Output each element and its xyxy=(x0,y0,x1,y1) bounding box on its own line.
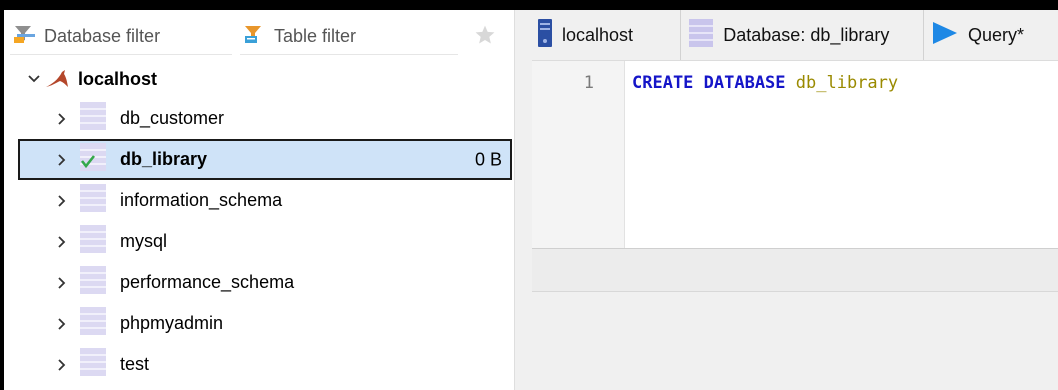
tree-item-label: db_customer xyxy=(120,108,225,128)
server-icon xyxy=(538,18,562,52)
database-size: 0 B xyxy=(474,149,502,169)
tree-item-database[interactable]: phpmyadmin xyxy=(4,303,514,344)
database-icon xyxy=(689,18,723,52)
filter-icon xyxy=(240,24,274,49)
chevron-right-icon[interactable] xyxy=(52,273,72,293)
database-icon xyxy=(80,266,106,299)
editor-results-splitter[interactable] xyxy=(532,248,1058,292)
table-filter-field[interactable] xyxy=(240,18,458,55)
tab-label: localhost xyxy=(562,24,634,45)
tree-root-localhost[interactable]: localhost xyxy=(4,60,514,98)
database-icon xyxy=(80,225,106,258)
tab-label: Query* xyxy=(967,24,1024,45)
chevron-right-icon[interactable] xyxy=(52,191,72,211)
tree-root-label: localhost xyxy=(78,68,158,89)
tree-item-label: performance_schema xyxy=(120,272,295,292)
tree-item-label: phpmyadmin xyxy=(120,313,224,333)
sql-code-line[interactable]: CREATE DATABASE db_library xyxy=(632,73,898,93)
star-icon xyxy=(474,24,496,51)
tab-localhost[interactable]: localhost xyxy=(528,10,682,60)
chevron-right-icon[interactable] xyxy=(52,232,72,252)
tree-item-label: db_library xyxy=(120,149,208,169)
tree-item-database[interactable]: mysql xyxy=(4,221,514,262)
play-icon xyxy=(932,21,968,50)
app-window: localhost db_customer db_library 0 B inform… xyxy=(4,10,1058,390)
results-area xyxy=(532,292,1058,390)
tree-item-database[interactable]: performance_schema xyxy=(4,262,514,303)
database-filter-input[interactable] xyxy=(44,25,214,47)
dolphin-icon xyxy=(44,68,70,90)
pane-splitter[interactable] xyxy=(514,10,529,390)
database-icon xyxy=(80,102,106,135)
line-number: 1 xyxy=(583,73,594,93)
tree-item-label: mysql xyxy=(120,231,168,251)
chevron-right-icon[interactable] xyxy=(52,314,72,334)
chevron-right-icon[interactable] xyxy=(52,355,72,375)
sql-editor[interactable]: 1 CREATE DATABASE db_library xyxy=(532,60,1058,249)
tab-bar: localhost Database: db_library Query* xyxy=(528,10,1058,60)
tree-item-label: test xyxy=(120,354,150,374)
filter-bar xyxy=(4,10,514,60)
database-filter-field[interactable] xyxy=(10,18,232,55)
tab-query[interactable]: Query* xyxy=(923,10,1058,60)
database-icon xyxy=(80,184,106,217)
database-tree: localhost db_customer db_library 0 B inform… xyxy=(4,60,514,385)
sql-identifier: db_library xyxy=(795,73,899,93)
chevron-right-icon[interactable] xyxy=(52,109,72,129)
database-icon xyxy=(80,348,106,381)
database-icon xyxy=(80,307,106,340)
chevron-right-icon[interactable] xyxy=(52,150,72,170)
tree-item-database[interactable]: db_customer xyxy=(4,98,514,139)
sql-keyword: CREATE DATABASE xyxy=(632,73,786,93)
table-filter-input[interactable] xyxy=(274,25,444,47)
tree-item-label: information_schema xyxy=(120,190,283,210)
tree-item-database[interactable]: information_schema xyxy=(4,180,514,221)
tree-item-database[interactable]: test xyxy=(4,344,514,385)
database-icon xyxy=(80,143,106,176)
tree-item-database[interactable]: db_library 0 B xyxy=(18,139,512,180)
database-list: db_customer db_library 0 B information_sche… xyxy=(4,98,514,385)
tab-database[interactable]: Database: db_library xyxy=(681,10,924,60)
database-tree-pane: localhost db_customer db_library 0 B inform… xyxy=(4,10,514,390)
filter-icon xyxy=(10,24,44,49)
query-pane: localhost Database: db_library Query* 1 … xyxy=(528,10,1058,390)
line-number-gutter: 1 xyxy=(532,61,625,249)
favorites-star-button[interactable] xyxy=(470,22,500,52)
chevron-down-icon[interactable] xyxy=(24,69,44,89)
tab-label: Database: db_library xyxy=(723,24,890,45)
